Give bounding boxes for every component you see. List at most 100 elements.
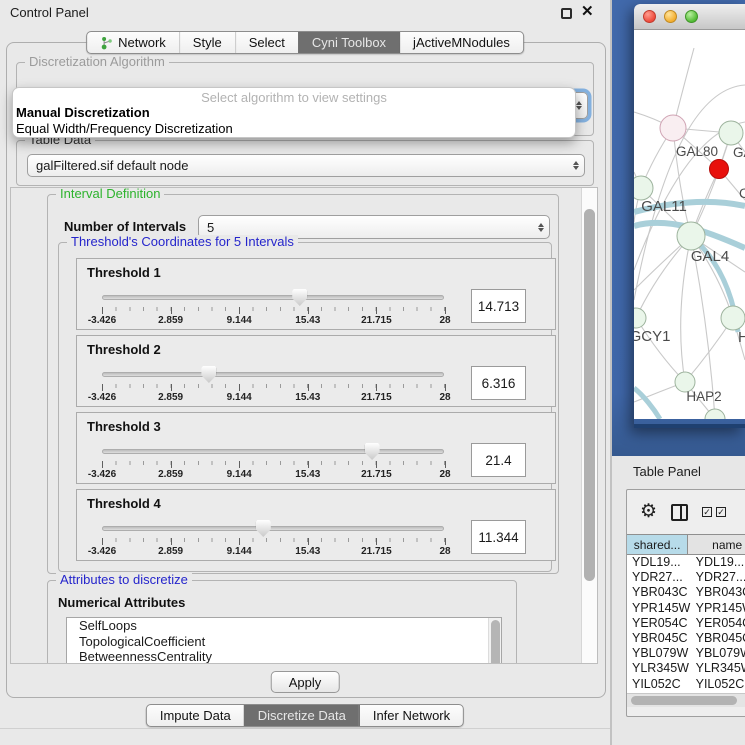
tick-label: 2.859 bbox=[158, 315, 183, 326]
threshold-1-slider[interactable] bbox=[102, 295, 444, 300]
threshold-4-value-field[interactable]: 11.344 bbox=[471, 520, 526, 554]
tab-infer-network[interactable]: Infer Network bbox=[359, 705, 463, 726]
table-horizontal-scrollbar[interactable] bbox=[627, 693, 745, 707]
slider-thumb[interactable] bbox=[365, 443, 380, 460]
node-gcy1[interactable] bbox=[634, 308, 646, 328]
node-gal80[interactable] bbox=[660, 115, 686, 141]
table-row[interactable]: YDL19...YDL19... bbox=[627, 555, 745, 570]
tick-label: 2.859 bbox=[158, 469, 183, 480]
control-panel-tabs: Network Style Select Cyni Toolbox jActiv… bbox=[86, 31, 524, 54]
column-layout-icon[interactable] bbox=[671, 504, 688, 521]
table-row[interactable]: YIL052CYIL052C bbox=[627, 677, 745, 692]
tab-jactivemnodules[interactable]: jActiveMNodules bbox=[399, 32, 523, 53]
table-row[interactable]: YBR045CYBR045C bbox=[627, 631, 745, 646]
table-row[interactable]: YDR27...YDR27... bbox=[627, 570, 745, 585]
table-row[interactable]: YLR345WYLR345W bbox=[627, 661, 745, 676]
column-header-name[interactable]: name bbox=[688, 535, 745, 554]
tab-select[interactable]: Select bbox=[235, 32, 298, 53]
slider-tick-labels: -3.4262.8599.14415.4321.71528 bbox=[102, 315, 445, 327]
tick-label: 21.715 bbox=[361, 392, 392, 403]
column-header-shared-name[interactable]: shared... bbox=[627, 535, 688, 554]
label-ga-clipped: GA bbox=[733, 145, 745, 160]
tick-label: 28 bbox=[439, 469, 450, 480]
slider-tick-labels: -3.4262.8599.14415.4321.71528 bbox=[102, 469, 445, 481]
node-gal4[interactable] bbox=[677, 222, 705, 250]
threshold-2-value-field[interactable]: 6.316 bbox=[471, 366, 526, 400]
checkbox-icon[interactable]: ✓ bbox=[702, 507, 712, 517]
node-right-top[interactable] bbox=[719, 121, 743, 145]
network-icon bbox=[100, 36, 113, 50]
tick-label: 28 bbox=[439, 392, 450, 403]
node-table-body: YDL19...YDL19...YDR27...YDR27...YBR043CY… bbox=[627, 555, 745, 693]
list-item[interactable]: BetweennessCentrality bbox=[67, 649, 501, 664]
float-panel-icon[interactable] bbox=[561, 8, 572, 19]
network-canvas[interactable]: GAL80 GA GAL11 GAL4 GCY1 H HAP2 C bbox=[634, 30, 745, 419]
table-row[interactable]: YBR043CYBR043C bbox=[627, 585, 745, 600]
close-window-icon[interactable] bbox=[643, 10, 656, 23]
tick-label: -3.426 bbox=[88, 392, 116, 403]
interval-definition-group: Interval Definition Number of Intervals … bbox=[47, 194, 559, 574]
slider-thumb[interactable] bbox=[201, 366, 216, 383]
slider-ticks bbox=[102, 384, 445, 391]
slider-ticks bbox=[102, 307, 445, 314]
attributes-group-title: Attributes to discretize bbox=[56, 573, 192, 587]
checkbox-icon[interactable]: ✓ bbox=[716, 507, 726, 517]
tab-style[interactable]: Style bbox=[179, 32, 235, 53]
algorithm-dropdown-popup: Select algorithm to view settings Manual… bbox=[12, 87, 576, 138]
list-item[interactable]: TopologicalCoefficient bbox=[67, 634, 501, 650]
numerical-attributes-label: Numerical Attributes bbox=[58, 595, 185, 610]
settings-scrollbar[interactable] bbox=[581, 188, 597, 663]
tab-cyni-toolbox[interactable]: Cyni Toolbox bbox=[298, 32, 399, 53]
tick-label: 9.144 bbox=[227, 315, 252, 326]
threshold-4-slider[interactable] bbox=[102, 526, 444, 531]
network-nodes bbox=[634, 115, 745, 419]
table-settings-gear-icon[interactable]: ⚙ bbox=[640, 503, 657, 521]
tick-label: -3.426 bbox=[88, 315, 116, 326]
slider-thumb[interactable] bbox=[292, 289, 307, 306]
threshold-panel-4: Threshold 4 -3.4262.8599.14415.4321.7152… bbox=[76, 489, 556, 561]
node-red[interactable] bbox=[710, 160, 729, 179]
list-scrollbar[interactable] bbox=[488, 618, 501, 664]
select-columns-icons[interactable]: ✓ ✓ bbox=[702, 507, 726, 517]
threshold-1-value-field[interactable]: 14.713 bbox=[471, 289, 526, 323]
tab-network[interactable]: Network bbox=[87, 32, 179, 53]
numerical-attributes-list[interactable]: SelfLoopsTopologicalCoefficientBetweenne… bbox=[66, 617, 502, 664]
slider-ticks bbox=[102, 461, 445, 468]
discretization-algorithm-title: Discretization Algorithm bbox=[25, 55, 169, 69]
number-of-intervals-label: Number of Intervals bbox=[64, 219, 186, 234]
tick-label: -3.426 bbox=[88, 546, 116, 557]
table-row[interactable]: YER054CYER054C bbox=[627, 616, 745, 631]
table-row[interactable]: YBL079WYBL079W bbox=[627, 646, 745, 661]
close-panel-icon[interactable]: ✕ bbox=[581, 2, 594, 20]
table-data-combobox[interactable]: galFiltered.sif default node bbox=[27, 154, 585, 177]
table-row[interactable]: YPR145WYPR145W bbox=[627, 601, 745, 616]
threshold-2-slider[interactable] bbox=[102, 372, 444, 377]
tick-label: 2.859 bbox=[158, 546, 183, 557]
network-window-titlebar[interactable] bbox=[634, 4, 745, 30]
node-h[interactable] bbox=[721, 306, 745, 330]
threshold-panel-1: Threshold 1 -3.4262.8599.14415.4321.7152… bbox=[76, 258, 556, 330]
threshold-3-slider[interactable] bbox=[102, 449, 444, 454]
tab-discretize-data[interactable]: Discretize Data bbox=[244, 705, 359, 726]
scrollbar-thumb[interactable] bbox=[584, 209, 595, 581]
list-item[interactable]: SelfLoops bbox=[67, 618, 501, 634]
slider-thumb[interactable] bbox=[256, 520, 271, 537]
tick-label: 9.144 bbox=[227, 546, 252, 557]
panel-title: Control Panel bbox=[10, 5, 89, 20]
table-panel-title: Table Panel bbox=[633, 464, 701, 479]
node-gal11[interactable] bbox=[634, 176, 653, 200]
panel-divider bbox=[0, 728, 610, 729]
node-table-box: ⚙ ✓ ✓ shared... name YDL19...YDL19...YDR… bbox=[626, 489, 745, 717]
option-manual-discretization[interactable]: Manual Discretization bbox=[13, 105, 575, 121]
hscrollbar-thumb[interactable] bbox=[631, 696, 737, 705]
tick-label: 28 bbox=[439, 315, 450, 326]
apply-button[interactable]: Apply bbox=[271, 671, 340, 693]
threshold-3-value-field[interactable]: 21.4 bbox=[471, 443, 526, 477]
zoom-window-icon[interactable] bbox=[685, 10, 698, 23]
minimize-window-icon[interactable] bbox=[664, 10, 677, 23]
attributes-group: Attributes to discretize Numerical Attri… bbox=[47, 580, 517, 664]
threshold-4-label: Threshold 4 bbox=[87, 496, 161, 511]
option-equal-width-frequency[interactable]: Equal Width/Frequency Discretization bbox=[13, 121, 575, 137]
threshold-2-label: Threshold 2 bbox=[87, 342, 161, 357]
tab-impute-data[interactable]: Impute Data bbox=[147, 705, 244, 726]
